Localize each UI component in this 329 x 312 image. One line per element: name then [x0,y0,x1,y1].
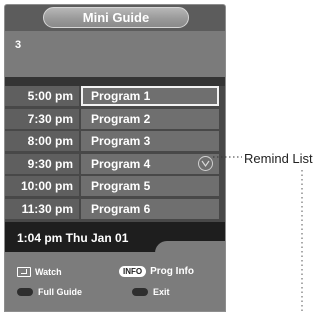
remind-list-label: Remind List [244,151,313,166]
